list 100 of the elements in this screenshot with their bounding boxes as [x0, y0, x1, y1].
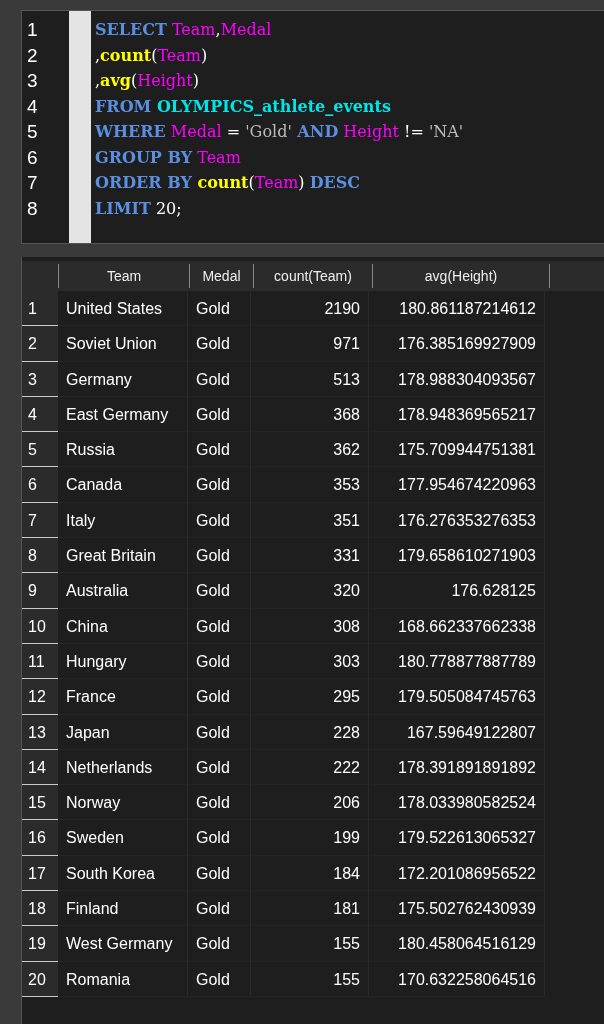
table-cell: 176.385169927909: [369, 326, 545, 362]
table-cell: 180.458064516129: [369, 926, 545, 962]
row-number[interactable]: 2: [22, 326, 58, 362]
code-line: ,avg(Height): [95, 70, 199, 92]
row-number[interactable]: 3: [22, 361, 58, 397]
table-cell: Canada: [58, 467, 188, 503]
code-line: LIMIT 20;: [95, 197, 182, 220]
line-number: 8: [26, 196, 39, 221]
table-cell: Gold: [188, 820, 251, 856]
table-cell: Gold: [188, 643, 251, 680]
table-cell: Great Britain: [58, 538, 188, 574]
row-number[interactable]: 10: [22, 608, 58, 644]
table-cell: United States: [58, 291, 188, 327]
table-cell: 362: [251, 432, 369, 468]
table-cell: Gold: [188, 961, 251, 997]
line-number: 3: [26, 69, 39, 93]
code-line: WHERE Medal = 'Gold' AND Height != 'NA': [95, 121, 464, 143]
row-number[interactable]: 15: [22, 785, 58, 821]
row-number[interactable]: 1: [22, 291, 58, 327]
code-line: ORDER BY count(Team) DESC: [95, 172, 361, 194]
table-cell: 178.033980582524: [369, 785, 545, 821]
row-number[interactable]: 19: [22, 926, 58, 962]
table-cell: Gold: [188, 785, 251, 821]
row-number[interactable]: 8: [22, 538, 58, 574]
code-editor[interactable]: 1 2 3 4 5 6 7 8 SELECT Team,Medal ,count(Team) ,avg(Height) FROM OLYMPICS_athlete_events WHERE Medal = 'Gold' AND Height != 'NA' GROUP BY Team ORDER BY count(Team) DESC LIMIT 20;: [21, 10, 604, 244]
table-cell: 170.632258064516: [369, 961, 545, 997]
table-cell: 303: [251, 643, 369, 680]
row-number[interactable]: 16: [22, 820, 58, 856]
table-cell: Australia: [58, 573, 188, 609]
table-cell: Japan: [58, 714, 188, 750]
table-cell: 180.861187214612: [369, 291, 545, 327]
table-cell: Hungary: [58, 643, 188, 680]
row-number[interactable]: 14: [22, 749, 58, 786]
line-number: 5: [26, 120, 39, 144]
table-cell: 179.658610271903: [369, 538, 545, 574]
table-cell: 308: [251, 608, 369, 644]
column-header[interactable]: avg(Height): [372, 264, 550, 288]
column-header[interactable]: Medal: [189, 264, 253, 288]
line-number: 7: [26, 171, 39, 195]
table-cell: 155: [251, 961, 369, 997]
table-cell: South Korea: [58, 855, 188, 892]
table-cell: Russia: [58, 432, 188, 468]
row-number[interactable]: 20: [22, 961, 58, 997]
table-cell: Gold: [188, 855, 251, 892]
line-number: 1: [26, 18, 39, 42]
table-cell: 331: [251, 538, 369, 574]
table-cell: Gold: [188, 326, 251, 362]
row-number[interactable]: 13: [22, 714, 58, 750]
table-cell: 175.709944751381: [369, 432, 545, 468]
table-cell: Norway: [58, 785, 188, 821]
table-cell: Gold: [188, 432, 251, 468]
table-cell: Gold: [188, 714, 251, 750]
row-number[interactable]: 6: [22, 467, 58, 503]
table-cell: Gold: [188, 749, 251, 786]
code-line: SELECT Team,Medal: [95, 19, 272, 41]
code-line: FROM OLYMPICS_athlete_events: [95, 95, 391, 118]
row-number[interactable]: 7: [22, 502, 58, 539]
table-cell: 181: [251, 891, 369, 927]
table-cell: 295: [251, 679, 369, 715]
table-cell: Gold: [188, 467, 251, 503]
code-line: GROUP BY Team: [95, 146, 241, 169]
table-cell: Sweden: [58, 820, 188, 856]
table-cell: Gold: [188, 291, 251, 327]
table-cell: 228: [251, 714, 369, 750]
table-cell: 178.988304093567: [369, 361, 545, 397]
row-number[interactable]: 12: [22, 679, 58, 715]
table-cell: Netherlands: [58, 749, 188, 786]
table-cell: 178.391891891892: [369, 749, 545, 786]
table-cell: Gold: [188, 926, 251, 962]
column-header[interactable]: Team: [58, 264, 189, 288]
table-cell: 199: [251, 820, 369, 856]
table-cell: Gold: [188, 608, 251, 644]
line-number: 2: [26, 43, 39, 68]
row-number[interactable]: 9: [22, 573, 58, 609]
table-cell: 179.522613065327: [369, 820, 545, 856]
column-header[interactable]: count(Team): [253, 264, 372, 288]
table-cell: 184: [251, 855, 369, 892]
table-cell: 353: [251, 467, 369, 503]
table-cell: 172.201086956522: [369, 855, 545, 892]
table-cell: China: [58, 608, 188, 644]
table-cell: 176.628125: [369, 573, 545, 609]
row-number[interactable]: 18: [22, 891, 58, 927]
table-cell: Germany: [58, 361, 188, 397]
table-cell: Finland: [58, 891, 188, 927]
line-number: 4: [26, 94, 39, 119]
table-cell: 222: [251, 749, 369, 786]
table-cell: France: [58, 679, 188, 715]
table-cell: Gold: [188, 396, 251, 433]
table-cell: Gold: [188, 573, 251, 609]
line-number: 6: [26, 145, 39, 170]
row-number[interactable]: 4: [22, 396, 58, 433]
table-cell: Soviet Union: [58, 326, 188, 362]
row-number[interactable]: 11: [22, 643, 58, 680]
table-cell: 167.59649122807: [369, 714, 545, 750]
table-cell: Gold: [188, 502, 251, 539]
table-cell: 176.276353276353: [369, 502, 545, 539]
row-number[interactable]: 17: [22, 855, 58, 892]
table-cell: 178.948369565217: [369, 396, 545, 433]
table-cell: Romania: [58, 961, 188, 997]
row-number[interactable]: 5: [22, 432, 58, 468]
